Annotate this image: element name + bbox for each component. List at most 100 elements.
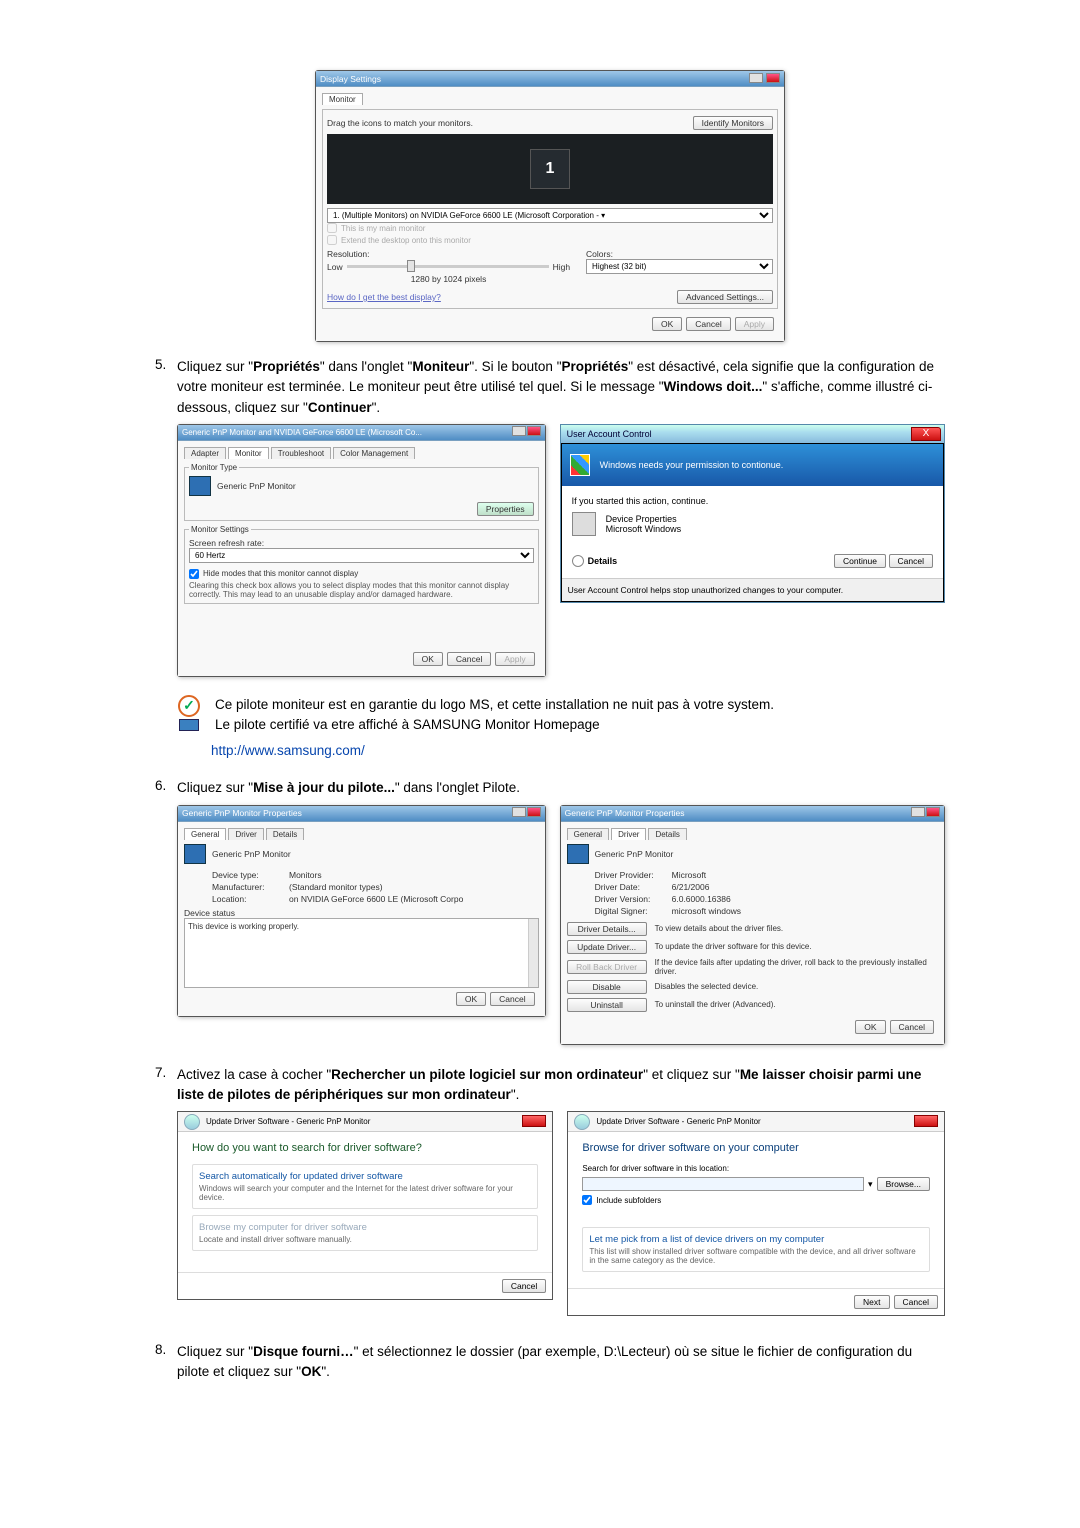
tab-color-management[interactable]: Color Management	[333, 447, 415, 459]
window-controls	[748, 73, 780, 85]
monitor-properties-general: Generic PnP Monitor Properties General D…	[177, 805, 546, 1017]
main-monitor-checkbox	[327, 223, 337, 233]
colors-select[interactable]: Highest (32 bit)	[586, 259, 773, 274]
monitor-thumbnail[interactable]: 1	[530, 149, 570, 189]
cancel-button[interactable]: Cancel	[447, 652, 491, 666]
tab-monitor[interactable]: Monitor	[322, 93, 363, 105]
continue-button[interactable]: Continue	[834, 554, 886, 568]
apply-button[interactable]: Apply	[495, 652, 534, 666]
tab-driver[interactable]: Driver	[228, 828, 263, 840]
option-auto-search[interactable]: Search automatically for updated driver …	[192, 1164, 538, 1209]
shield-icon	[570, 454, 590, 476]
cancel-button[interactable]: Cancel	[502, 1279, 546, 1293]
back-button[interactable]	[574, 1114, 590, 1130]
step-number-5: 5.	[155, 357, 177, 372]
step-5-text: Cliquez sur "Propriétés" dans l'onglet "…	[177, 357, 945, 418]
uac-title: User Account Control	[567, 429, 652, 439]
help-link[interactable]: How do I get the best display?	[327, 292, 441, 302]
step-number-6: 6.	[155, 778, 177, 793]
cancel-button[interactable]: Cancel	[894, 1295, 938, 1309]
driver-details-button[interactable]: Driver Details...	[567, 922, 647, 936]
colors-label: Colors:	[586, 249, 773, 259]
tab-adapter[interactable]: Adapter	[184, 447, 226, 459]
include-subfolders-checkbox[interactable]	[582, 1195, 592, 1205]
cancel-button[interactable]: Cancel	[889, 554, 933, 568]
cancel-button[interactable]: Cancel	[490, 992, 534, 1006]
monitor-icon	[567, 844, 589, 864]
ok-button[interactable]: OK	[456, 992, 486, 1006]
uac-dialog: User Account Control X Windows needs you…	[560, 424, 945, 603]
resolution-value: 1280 by 1024 pixels	[327, 274, 570, 284]
uac-footer: User Account Control helps stop unauthor…	[562, 578, 943, 601]
monitor-icon	[184, 844, 206, 864]
certified-note: Ce pilote moniteur est en garantie du lo…	[215, 695, 774, 736]
step-7-text: Activez la case à cocher "Rechercher un …	[177, 1065, 945, 1106]
step-6-text: Cliquez sur "Mise à jour du pilote..." d…	[177, 778, 945, 798]
drag-instruction: Drag the icons to match your monitors.	[327, 118, 473, 128]
close-button[interactable]	[914, 1115, 938, 1127]
update-driver-wizard-search: Update Driver Software - Generic PnP Mon…	[177, 1111, 553, 1300]
chevron-down-icon	[572, 555, 584, 567]
tab-general[interactable]: General	[184, 828, 226, 840]
step-number-8: 8.	[155, 1342, 177, 1357]
window-titlebar: Display Settings	[316, 71, 784, 87]
option-browse[interactable]: Browse my computer for driver software L…	[192, 1215, 538, 1251]
tab-monitor[interactable]: Monitor	[228, 447, 269, 459]
close-button[interactable]	[527, 426, 541, 436]
ok-button[interactable]: OK	[652, 317, 682, 331]
uninstall-button[interactable]: Uninstall	[567, 998, 647, 1012]
resolution-label: Resolution:	[327, 249, 570, 259]
refresh-label: Screen refresh rate:	[189, 538, 534, 548]
monitor-properties-driver: Generic PnP Monitor Properties General D…	[560, 805, 945, 1045]
window-title: Generic PnP Monitor and NVIDIA GeForce 6…	[182, 428, 422, 437]
close-button[interactable]	[527, 807, 541, 817]
apply-button[interactable]: Apply	[735, 317, 774, 331]
close-button[interactable]	[926, 807, 940, 817]
device-status-box: This device is working properly.	[184, 918, 539, 988]
tab-troubleshoot[interactable]: Troubleshoot	[271, 447, 331, 459]
update-driver-button[interactable]: Update Driver...	[567, 940, 647, 954]
samsung-link[interactable]: http://www.samsung.com/	[211, 743, 945, 758]
refresh-rate-select[interactable]: 60 Hertz	[189, 548, 534, 563]
monitor-advanced-window: Generic PnP Monitor and NVIDIA GeForce 6…	[177, 424, 546, 677]
cancel-button[interactable]: Cancel	[890, 1020, 934, 1034]
certified-shield-icon: ✓	[173, 695, 205, 727]
monitor-preview-group: Drag the icons to match your monitors. I…	[322, 109, 778, 309]
tab-details[interactable]: Details	[266, 828, 304, 840]
ok-button[interactable]: OK	[413, 652, 443, 666]
tab-general[interactable]: General	[567, 828, 609, 840]
close-button[interactable]	[522, 1115, 546, 1127]
location-input[interactable]	[582, 1177, 864, 1191]
uac-close-button[interactable]: X	[911, 427, 941, 441]
back-button[interactable]	[184, 1114, 200, 1130]
hide-modes-checkbox[interactable]	[189, 569, 199, 579]
ok-button[interactable]: OK	[855, 1020, 885, 1034]
advanced-settings-button[interactable]: Advanced Settings...	[677, 290, 773, 304]
step-8-text: Cliquez sur "Disque fourni…" et sélectio…	[177, 1342, 945, 1383]
option-pick-from-list[interactable]: Let me pick from a list of device driver…	[582, 1227, 930, 1272]
resolution-slider[interactable]	[407, 260, 415, 272]
step-number-7: 7.	[155, 1065, 177, 1080]
tab-details[interactable]: Details	[648, 828, 686, 840]
tab-driver[interactable]: Driver	[611, 828, 646, 840]
wizard-heading: How do you want to search for driver sof…	[192, 1142, 538, 1154]
wizard-heading: Browse for driver software on your compu…	[582, 1142, 930, 1154]
details-toggle[interactable]: Details	[588, 556, 618, 566]
display-settings-window: Display Settings Monitor Drag the icons …	[315, 70, 785, 342]
monitor-icon	[189, 476, 211, 496]
browse-button[interactable]: Browse...	[877, 1177, 930, 1191]
hide-modes-description: Clearing this check box allows you to se…	[189, 581, 534, 599]
properties-button[interactable]: Properties	[477, 502, 534, 516]
close-button[interactable]	[766, 73, 780, 83]
monitor-selector[interactable]: 1. (Multiple Monitors) on NVIDIA GeForce…	[327, 208, 773, 223]
monitor-preview: 1	[327, 134, 773, 204]
uac-publisher: Microsoft Windows	[606, 524, 682, 534]
identify-monitors-button[interactable]: Identify Monitors	[693, 116, 773, 130]
cancel-button[interactable]: Cancel	[686, 317, 730, 331]
disable-button[interactable]: Disable	[567, 980, 647, 994]
window-title: Display Settings	[320, 74, 381, 84]
next-button[interactable]: Next	[854, 1295, 889, 1309]
uac-program-name: Device Properties	[606, 514, 682, 524]
minimize-button[interactable]	[749, 73, 763, 83]
rollback-driver-button: Roll Back Driver	[567, 960, 647, 974]
